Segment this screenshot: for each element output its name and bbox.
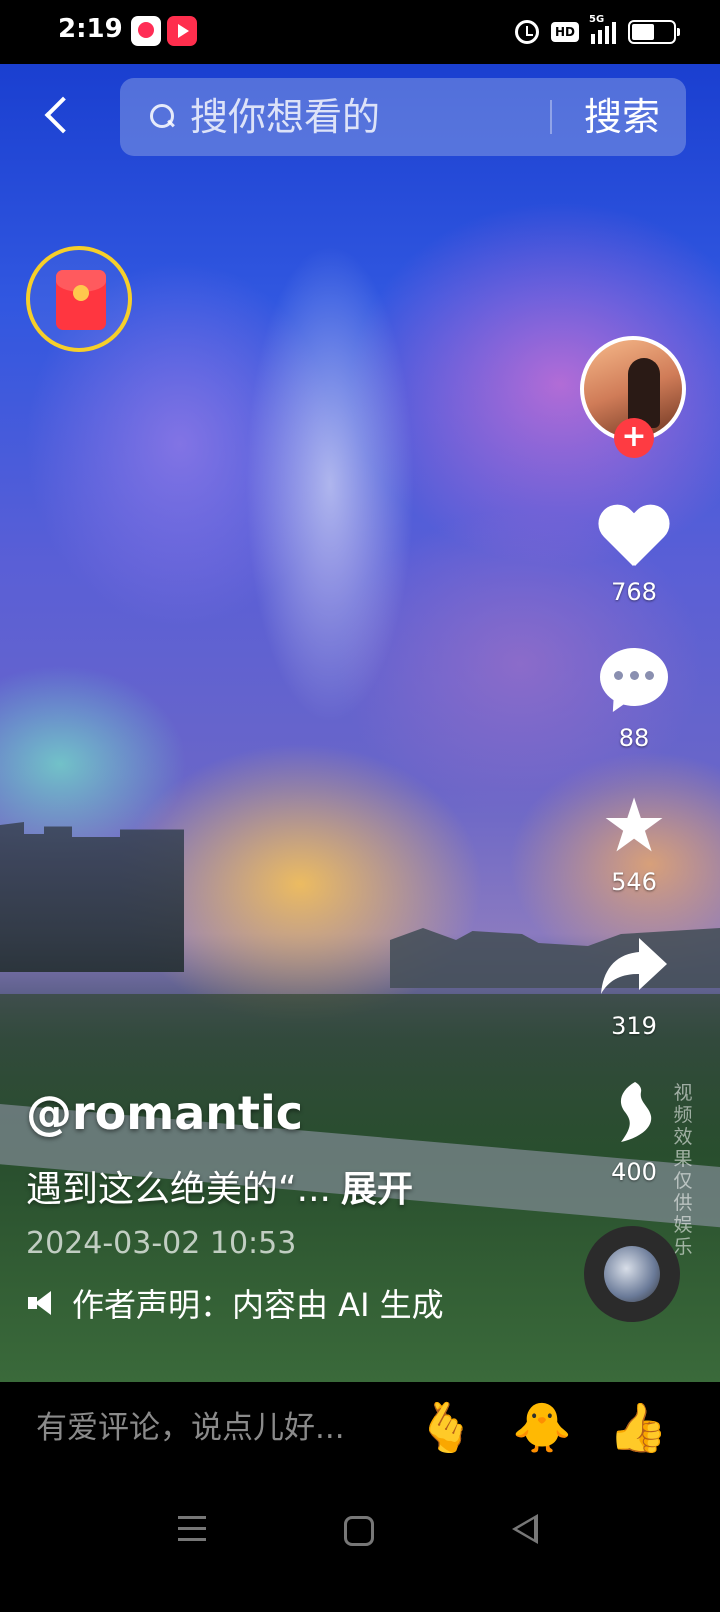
emoji-heart-hands-button[interactable]: 🫰 (416, 1398, 476, 1458)
red-packet-button[interactable] (26, 246, 132, 352)
follow-button[interactable]: + (614, 418, 654, 458)
emoji-thumbs-up-button[interactable]: 👍 (608, 1398, 668, 1458)
favorite-count: 546 (611, 868, 657, 896)
comment-bar: 🫰 🐥 👍 (0, 1382, 720, 1492)
post-date: 2024-03-02 10:53 (26, 1226, 297, 1261)
signal-icon: 5G (589, 14, 616, 44)
heart-icon (596, 500, 672, 572)
recommend-count: 400 (611, 1158, 657, 1186)
system-nav-bar (0, 1492, 720, 1612)
battery-icon (628, 20, 680, 44)
red-packet-icon (56, 270, 106, 330)
recommend-button[interactable]: 400 (596, 1080, 672, 1186)
city-buildings (0, 822, 184, 972)
battery-level (632, 24, 654, 40)
status-time: 2:19 (58, 14, 123, 44)
alarm-icon (514, 20, 539, 44)
emoji-duck-button[interactable]: 🐥 (512, 1398, 572, 1458)
recommend-icon (596, 1080, 672, 1152)
status-bar: 2:19 HD 5G (0, 0, 720, 64)
music-disc-icon[interactable] (584, 1226, 680, 1322)
comment-input[interactable] (36, 1400, 396, 1456)
comment-count: 88 (618, 724, 650, 752)
star-icon: ★ (600, 783, 668, 869)
share-button[interactable]: 319 (596, 934, 672, 1040)
search-icon (150, 104, 176, 130)
post-description-row: 遇到这么绝美的“... 展开 (26, 1160, 413, 1212)
search-button[interactable]: 搜索 (572, 90, 672, 144)
comment-icon (596, 646, 672, 718)
expand-button[interactable]: 展开 (341, 1169, 413, 1210)
disclaimer-vertical: 视频效果仅供娱乐 (673, 1082, 693, 1258)
ai-declaration: 作者声明：内容由 AI 生成 (26, 1280, 444, 1326)
speaker-icon (26, 1288, 58, 1318)
share-count: 319 (611, 1012, 657, 1040)
recent-apps-icon[interactable] (178, 1516, 208, 1546)
hd-badge: HD (550, 22, 579, 42)
share-icon (596, 934, 672, 1006)
nav-back-icon[interactable] (512, 1514, 538, 1544)
search-bar[interactable]: 搜索 (120, 78, 686, 156)
favorite-button[interactable]: ★ 546 (596, 783, 672, 896)
like-count: 768 (611, 578, 657, 606)
video-app-icon (131, 16, 161, 46)
search-divider (550, 100, 552, 134)
like-button[interactable]: 768 (596, 500, 672, 606)
post-description: 遇到这么绝美的“... (26, 1169, 331, 1210)
comment-button[interactable]: 88 (596, 646, 672, 752)
home-icon[interactable] (344, 1516, 374, 1546)
network-label: 5G (589, 14, 605, 25)
play-app-icon (167, 16, 197, 46)
back-icon[interactable] (36, 92, 80, 136)
search-input[interactable] (190, 92, 530, 142)
author-name[interactable]: @romantic (26, 1086, 303, 1140)
status-right-group: HD 5G (514, 14, 680, 48)
declaration-text: 作者声明：内容由 AI 生成 (72, 1286, 444, 1324)
